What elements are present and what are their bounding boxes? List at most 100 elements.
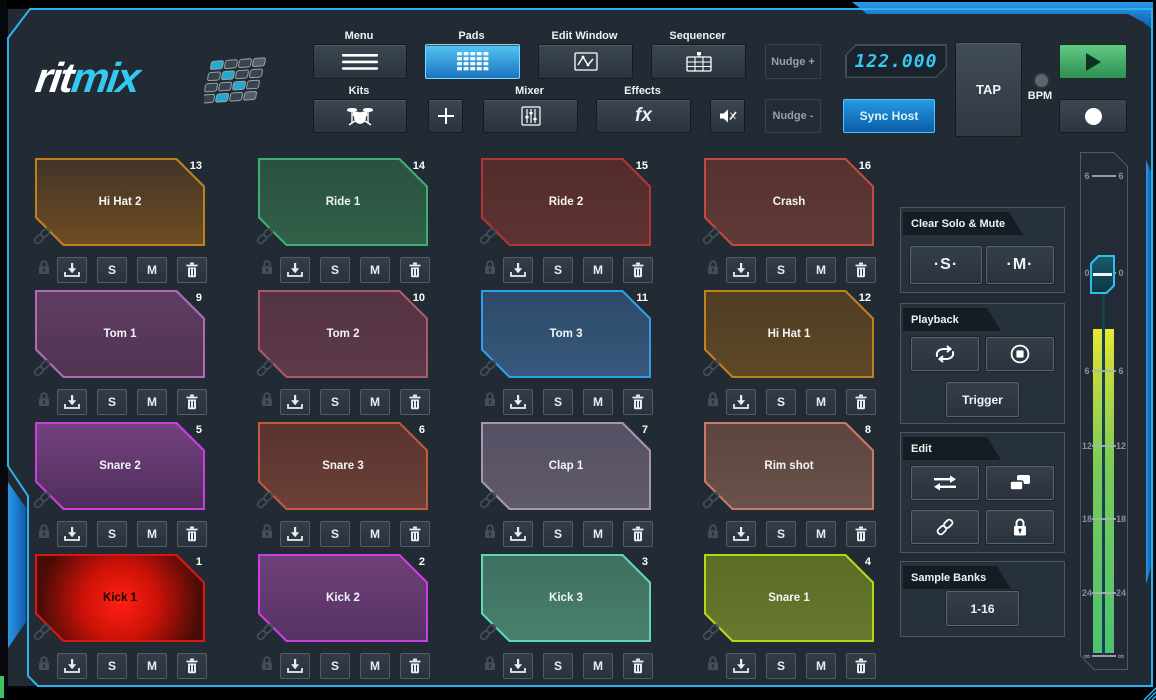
pad-import-button[interactable] [280, 521, 310, 547]
pad-lock-toggle[interactable] [483, 522, 497, 540]
loop-playback-button[interactable] [911, 337, 979, 371]
pad-lock-toggle[interactable] [37, 522, 51, 540]
copy-pad-button[interactable] [986, 466, 1054, 500]
pad-delete-button[interactable] [400, 653, 430, 679]
pad-import-button[interactable] [280, 257, 310, 283]
pad-solo-button[interactable]: S [766, 653, 796, 679]
pad-delete-button[interactable] [400, 521, 430, 547]
pad-lock-toggle[interactable] [706, 654, 720, 672]
pad-mute-button[interactable]: M [806, 257, 836, 283]
pad-import-button[interactable] [503, 653, 533, 679]
sequencer-button[interactable] [651, 44, 746, 79]
pad-trigger[interactable]: Snare 1 [704, 554, 874, 642]
sync-host-button[interactable]: Sync Host [843, 99, 935, 133]
pad-solo-button[interactable]: S [766, 389, 796, 415]
menu-button[interactable] [313, 44, 407, 79]
pad-mute-button[interactable]: M [360, 521, 390, 547]
pads-button[interactable] [425, 44, 520, 79]
pad-mute-button[interactable]: M [583, 653, 613, 679]
pad-lock-toggle[interactable] [706, 390, 720, 408]
nudge-minus-button[interactable]: Nudge - [765, 99, 821, 133]
pad-import-button[interactable] [726, 521, 756, 547]
add-button[interactable] [428, 99, 463, 133]
pad-delete-button[interactable] [846, 653, 876, 679]
pad-trigger[interactable]: Hi Hat 2 [35, 158, 205, 246]
pad-lock-toggle[interactable] [260, 522, 274, 540]
pad-import-button[interactable] [57, 653, 87, 679]
pad-trigger[interactable]: Tom 2 [258, 290, 428, 378]
play-button[interactable] [1059, 44, 1127, 79]
pad-import-button[interactable] [726, 389, 756, 415]
pad-delete-button[interactable] [177, 653, 207, 679]
pad-delete-button[interactable] [400, 257, 430, 283]
record-button[interactable] [1059, 99, 1127, 133]
effects-button[interactable]: fx [596, 99, 691, 133]
pad-trigger[interactable]: Kick 3 [481, 554, 651, 642]
pad-import-button[interactable] [503, 521, 533, 547]
pad-mute-button[interactable]: M [137, 257, 167, 283]
edit-window-button[interactable] [538, 44, 633, 79]
pad-lock-toggle[interactable] [483, 654, 497, 672]
bpm-display[interactable]: 122.000 [845, 44, 947, 78]
pad-trigger[interactable]: Ride 1 [258, 158, 428, 246]
pad-solo-button[interactable]: S [97, 389, 127, 415]
pad-solo-button[interactable]: S [97, 653, 127, 679]
pad-solo-button[interactable]: S [320, 257, 350, 283]
mute-all-button[interactable] [710, 99, 745, 133]
pad-solo-button[interactable]: S [543, 257, 573, 283]
pad-import-button[interactable] [503, 257, 533, 283]
pad-solo-button[interactable]: S [543, 521, 573, 547]
pad-import-button[interactable] [726, 257, 756, 283]
pad-trigger[interactable]: Kick 1 [35, 554, 205, 642]
pad-delete-button[interactable] [623, 653, 653, 679]
pad-import-button[interactable] [726, 653, 756, 679]
pad-delete-button[interactable] [623, 521, 653, 547]
pad-lock-toggle[interactable] [37, 654, 51, 672]
pad-lock-toggle[interactable] [706, 258, 720, 276]
pad-mute-button[interactable]: M [583, 521, 613, 547]
pad-trigger[interactable]: Tom 3 [481, 290, 651, 378]
pad-trigger[interactable]: Hi Hat 1 [704, 290, 874, 378]
master-fader-handle[interactable] [1090, 255, 1115, 294]
pad-solo-button[interactable]: S [320, 653, 350, 679]
kits-button[interactable] [313, 99, 407, 133]
lock-pad-button[interactable] [986, 510, 1054, 544]
pad-solo-button[interactable]: S [320, 521, 350, 547]
pad-mute-button[interactable]: M [137, 653, 167, 679]
pad-solo-button[interactable]: S [97, 257, 127, 283]
pad-delete-button[interactable] [177, 257, 207, 283]
tap-tempo-button[interactable]: TAP [955, 42, 1022, 137]
pad-mute-button[interactable]: M [583, 389, 613, 415]
pad-trigger[interactable]: Clap 1 [481, 422, 651, 510]
pad-mute-button[interactable]: M [583, 257, 613, 283]
pad-trigger[interactable]: Tom 1 [35, 290, 205, 378]
pad-solo-button[interactable]: S [543, 389, 573, 415]
pad-solo-button[interactable]: S [766, 257, 796, 283]
nudge-plus-button[interactable]: Nudge + [765, 44, 821, 79]
pad-delete-button[interactable] [846, 521, 876, 547]
link-pads-button[interactable] [911, 510, 979, 544]
pad-lock-toggle[interactable] [37, 258, 51, 276]
pad-trigger[interactable]: Rim shot [704, 422, 874, 510]
pad-solo-button[interactable]: S [543, 653, 573, 679]
pad-mute-button[interactable]: M [806, 521, 836, 547]
pad-import-button[interactable] [280, 389, 310, 415]
stop-playback-button[interactable] [986, 337, 1054, 371]
pad-solo-button[interactable]: S [320, 389, 350, 415]
pad-lock-toggle[interactable] [483, 390, 497, 408]
pad-lock-toggle[interactable] [260, 654, 274, 672]
pad-solo-button[interactable]: S [766, 521, 796, 547]
pad-import-button[interactable] [57, 521, 87, 547]
pad-trigger[interactable]: Snare 2 [35, 422, 205, 510]
pad-trigger[interactable]: Ride 2 [481, 158, 651, 246]
pad-solo-button[interactable]: S [97, 521, 127, 547]
pad-delete-button[interactable] [177, 521, 207, 547]
pad-mute-button[interactable]: M [806, 653, 836, 679]
pad-mute-button[interactable]: M [137, 521, 167, 547]
bank-1-16-button[interactable]: 1-16 [946, 591, 1019, 626]
pad-mute-button[interactable]: M [360, 653, 390, 679]
pad-lock-toggle[interactable] [37, 390, 51, 408]
pad-import-button[interactable] [280, 653, 310, 679]
clear-mute-button[interactable]: ·M· [986, 246, 1054, 284]
pad-delete-button[interactable] [846, 257, 876, 283]
